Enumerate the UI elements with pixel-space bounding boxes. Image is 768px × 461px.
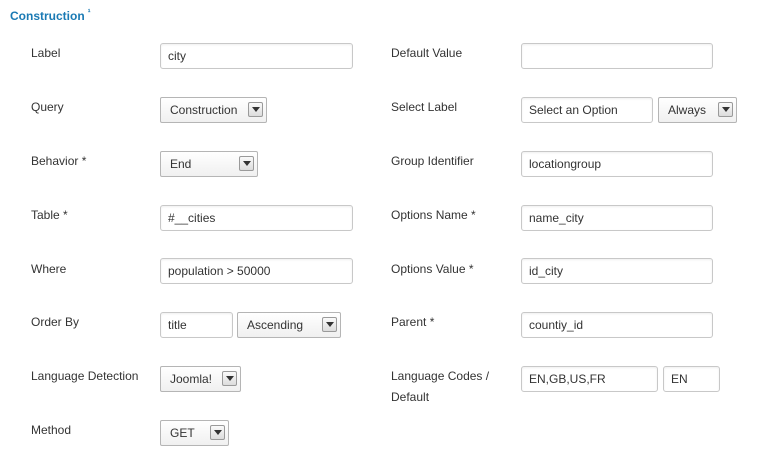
method-label: Method (31, 423, 72, 437)
select-label-mode-select[interactable]: Always (658, 97, 737, 123)
table-label: Table * (31, 208, 68, 222)
where-label: Where (31, 262, 67, 276)
query-select[interactable]: Construction (160, 97, 267, 123)
chevron-down-icon (210, 425, 225, 440)
chevron-down-icon (239, 156, 254, 171)
parent-input[interactable]: countiy_id (521, 312, 713, 338)
language-detection-value: Joomla! (170, 372, 213, 386)
language-codes-default-label: Default (391, 390, 430, 404)
options-value-input[interactable]: id_city (521, 258, 713, 284)
query-select-value: Construction (170, 103, 238, 117)
options-name-input[interactable]: name_city (521, 205, 713, 231)
select-label-label: Select Label (391, 100, 458, 114)
chevron-down-icon (222, 371, 237, 386)
where-input[interactable]: population > 50000 (160, 258, 353, 284)
method-select[interactable]: GET (160, 420, 229, 446)
label-field-label: Label (31, 46, 61, 60)
label-input[interactable]: city (160, 43, 353, 69)
select-label-mode-value: Always (668, 103, 707, 117)
query-label: Query (31, 100, 64, 114)
language-detection-label: Language Detection (31, 369, 139, 383)
behavior-select[interactable]: End (160, 151, 258, 177)
order-direction-value: Ascending (247, 318, 304, 332)
chevron-down-icon (322, 317, 337, 332)
method-select-value: GET (170, 426, 195, 440)
language-codes-input[interactable]: EN,GB,US,FR (521, 366, 658, 392)
section-title-text: Construction (10, 9, 85, 23)
parent-label: Parent * (391, 315, 435, 329)
default-value-label: Default Value (391, 46, 463, 60)
order-by-label: Order By (31, 315, 80, 329)
section-title[interactable]: Construction ¹ (10, 7, 91, 23)
behavior-select-value: End (170, 157, 192, 171)
default-value-input[interactable] (521, 43, 713, 69)
chevron-down-icon (718, 102, 733, 117)
chevron-down-icon (248, 102, 263, 117)
options-name-label: Options Name * (391, 208, 476, 222)
table-input[interactable]: #__cities (160, 205, 353, 231)
order-by-input[interactable]: title (160, 312, 233, 338)
language-codes-label: Language Codes / (391, 369, 490, 383)
language-detection-select[interactable]: Joomla! (160, 366, 241, 392)
group-identifier-input[interactable]: locationgroup (521, 151, 713, 177)
section-title-marker: ¹ (87, 7, 91, 17)
order-direction-select[interactable]: Ascending (237, 312, 341, 338)
group-identifier-label: Group Identifier (391, 154, 474, 168)
behavior-label: Behavior * (31, 154, 87, 168)
language-default-input[interactable]: EN (663, 366, 720, 392)
options-value-label: Options Value * (391, 262, 474, 276)
select-label-input[interactable]: Select an Option (521, 97, 653, 123)
